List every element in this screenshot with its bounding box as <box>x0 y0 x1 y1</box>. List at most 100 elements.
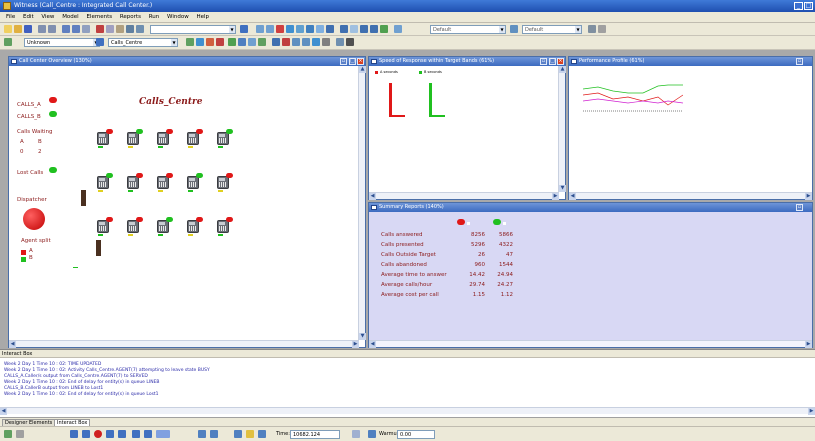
interact-hscroll[interactable]: ◀ ▶ <box>0 407 815 415</box>
speed-slider[interactable] <box>156 430 170 438</box>
display-icon[interactable] <box>380 25 388 33</box>
dispatcher-button[interactable] <box>23 208 45 230</box>
restore-icon[interactable]: ▫ <box>540 58 547 65</box>
path-icon[interactable] <box>370 25 378 33</box>
close-window-icon[interactable]: × <box>557 58 564 65</box>
menu-model[interactable]: Model <box>62 14 79 20</box>
arrange-icon[interactable] <box>306 25 314 33</box>
maximize-icon[interactable]: □ <box>804 2 813 10</box>
fill-icon[interactable] <box>276 25 284 33</box>
speed-vscroll[interactable]: ▲ ▼ <box>558 66 566 192</box>
stop-icon[interactable] <box>94 430 102 438</box>
shape-icon[interactable] <box>296 25 304 33</box>
restore-icon[interactable]: ▫ <box>340 58 347 65</box>
menu-file[interactable]: File <box>6 14 15 20</box>
back-icon[interactable] <box>510 25 518 33</box>
warmup-field[interactable]: 0.00 <box>397 430 435 439</box>
model-icon[interactable] <box>96 38 104 46</box>
draw-part-icon[interactable] <box>186 38 194 46</box>
text-icon[interactable] <box>340 25 348 33</box>
update-icon[interactable] <box>198 430 206 438</box>
element-icon[interactable] <box>4 38 12 46</box>
end-icon[interactable] <box>144 430 152 438</box>
cut-icon[interactable] <box>96 25 104 33</box>
link-icon[interactable] <box>350 25 358 33</box>
draw-histogram-icon[interactable] <box>312 38 320 46</box>
draw-timeseries-icon[interactable] <box>302 38 310 46</box>
agent-phone-icon[interactable] <box>127 215 143 236</box>
step-icon[interactable] <box>82 430 90 438</box>
screen-icon[interactable] <box>210 430 218 438</box>
bold-text-icon[interactable] <box>588 25 596 33</box>
menu-view[interactable]: View <box>41 14 54 20</box>
layer-icon[interactable] <box>326 25 334 33</box>
reset-icon[interactable] <box>70 430 78 438</box>
walk-icon[interactable] <box>118 430 126 438</box>
draw-attribute-icon[interactable] <box>282 38 290 46</box>
italic-text-icon[interactable] <box>598 25 606 33</box>
align-icon[interactable] <box>256 25 264 33</box>
time-prev-icon[interactable] <box>352 430 360 438</box>
agent-phone-icon[interactable] <box>187 127 203 148</box>
model-vscroll[interactable]: ▲ ▼ <box>358 66 366 340</box>
paste-icon[interactable] <box>116 25 124 33</box>
draw-track-icon[interactable] <box>238 38 246 46</box>
draw-labor-icon[interactable] <box>216 38 224 46</box>
model-combo[interactable]: Calls_Centre ▼ <box>108 38 178 47</box>
summary-window-titlebar[interactable]: Summary Reports (140%) ▫ <box>369 203 812 212</box>
speed-hscroll[interactable]: ◀ ▶ <box>369 192 559 200</box>
detail-icon[interactable] <box>394 25 402 33</box>
agent-phone-icon[interactable] <box>97 171 113 192</box>
menu-edit[interactable]: Edit <box>23 14 34 20</box>
open-icon[interactable] <box>14 25 22 33</box>
default-combo-1[interactable]: Default ▼ <box>430 25 506 34</box>
menu-reports[interactable]: Reports <box>120 14 141 20</box>
statistics-icon[interactable] <box>246 430 254 438</box>
save-icon[interactable] <box>24 25 32 33</box>
menu-window[interactable]: Window <box>167 14 189 20</box>
route-icon[interactable] <box>360 25 368 33</box>
zoom-out-icon[interactable] <box>72 25 80 33</box>
close-window-icon[interactable]: × <box>357 58 364 65</box>
menu-elements[interactable]: Elements <box>86 14 112 20</box>
layout-icon[interactable] <box>136 25 144 33</box>
agent-phone-icon[interactable] <box>187 171 203 192</box>
draw-machine-icon[interactable] <box>206 38 214 46</box>
draw-vehicle-icon[interactable] <box>228 38 236 46</box>
summary-hscroll[interactable]: ◀ ▶ <box>369 340 812 348</box>
agent-phone-icon[interactable] <box>97 215 113 236</box>
draw-variable-icon[interactable] <box>292 38 300 46</box>
performance-window-titlebar[interactable]: Performance Profile (61%) ▫ <box>569 57 812 66</box>
performance-hscroll[interactable]: ◀ ▶ <box>569 192 812 200</box>
draw-buffer-icon[interactable] <box>196 38 204 46</box>
run-mode-icon[interactable] <box>4 430 12 438</box>
copy-icon[interactable] <box>106 25 114 33</box>
speed-window-titlebar[interactable]: Speed of Response within Target Bands (6… <box>369 57 565 66</box>
bold-icon[interactable] <box>240 25 248 33</box>
font-combo[interactable]: ▼ <box>150 25 236 34</box>
draw-file-icon[interactable] <box>336 38 344 46</box>
warmup-icon[interactable] <box>368 430 376 438</box>
menu-run[interactable]: Run <box>149 14 160 20</box>
draw-pie-icon[interactable] <box>322 38 330 46</box>
group-icon[interactable] <box>316 25 324 33</box>
agent-phone-icon[interactable] <box>217 215 233 236</box>
draw-tank-icon[interactable] <box>272 38 280 46</box>
draw-shift-icon[interactable] <box>346 38 354 46</box>
report-icon[interactable] <box>234 430 242 438</box>
agent-phone-icon[interactable] <box>187 215 203 236</box>
maximize-window-icon[interactable]: □ <box>549 58 556 65</box>
zoom-fit-icon[interactable] <box>82 25 90 33</box>
agent-phone-icon[interactable] <box>157 215 173 236</box>
agent-phone-icon[interactable] <box>97 127 113 148</box>
agent-phone-icon[interactable] <box>217 127 233 148</box>
line-icon[interactable] <box>286 25 294 33</box>
agent-phone-icon[interactable] <box>127 171 143 192</box>
element-combo[interactable]: Unknown▼ <box>24 38 100 47</box>
draw-conveyor-icon[interactable] <box>248 38 256 46</box>
interact-icon[interactable] <box>258 430 266 438</box>
draw-pipe-icon[interactable] <box>258 38 266 46</box>
new-icon[interactable] <box>4 25 12 33</box>
maximize-window-icon[interactable]: □ <box>349 58 356 65</box>
model-window-titlebar[interactable]: Call Center Overview (130%) ▫ □ × <box>9 57 365 66</box>
